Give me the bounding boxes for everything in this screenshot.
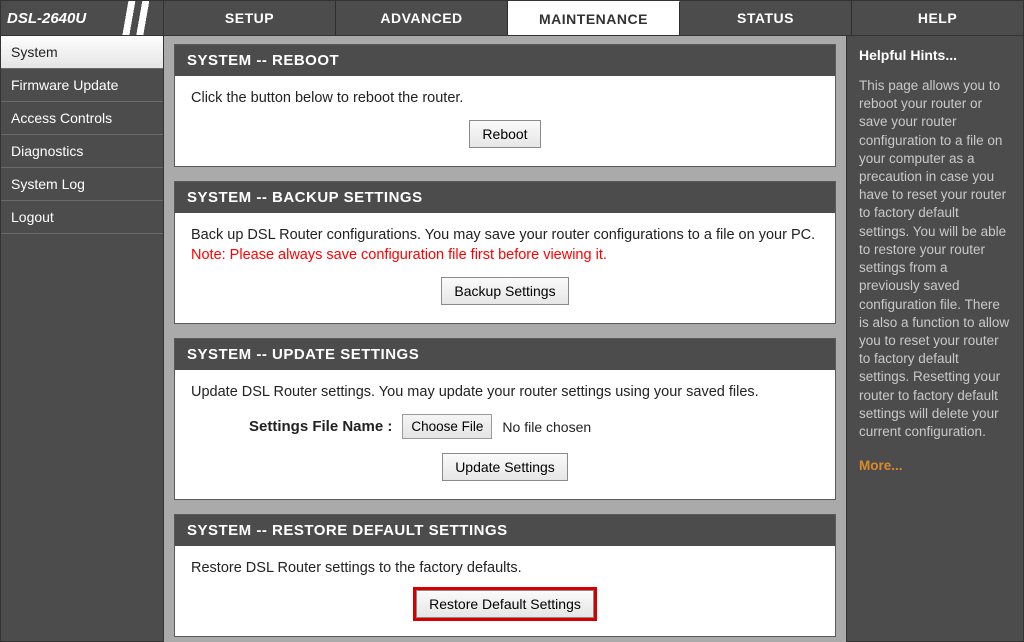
tab-advanced[interactable]: ADVANCED <box>336 1 508 35</box>
settings-file-name-label: Settings File Name : <box>249 418 392 435</box>
panel-reboot-text: Click the button below to reboot the rou… <box>191 90 819 106</box>
main-content: SYSTEM -- REBOOT Click the button below … <box>164 36 846 642</box>
top-nav: SETUP ADVANCED MAINTENANCE STATUS HELP <box>164 0 1024 36</box>
backup-settings-button[interactable]: Backup Settings <box>441 277 568 305</box>
device-model-label: DSL-2640U <box>7 10 86 27</box>
tab-help[interactable]: HELP <box>852 1 1023 35</box>
logo-stripes <box>111 1 163 35</box>
help-column: Helpful Hints... This page allows you to… <box>846 36 1024 642</box>
restore-default-settings-button[interactable]: Restore Default Settings <box>416 590 594 618</box>
file-chosen-status: No file chosen <box>502 419 591 435</box>
help-body: This page allows you to reboot your rout… <box>859 77 1011 441</box>
sidebar-item-system[interactable]: System <box>1 36 163 69</box>
sidebar-item-firmware-update[interactable]: Firmware Update <box>1 69 163 102</box>
panel-restore-title: SYSTEM -- RESTORE DEFAULT SETTINGS <box>175 515 835 546</box>
help-title: Helpful Hints... <box>859 46 1011 65</box>
panel-backup: SYSTEM -- BACKUP SETTINGS Back up DSL Ro… <box>174 181 836 324</box>
panel-update-title: SYSTEM -- UPDATE SETTINGS <box>175 339 835 370</box>
sidebar-item-system-log[interactable]: System Log <box>1 168 163 201</box>
sidebar-item-diagnostics[interactable]: Diagnostics <box>1 135 163 168</box>
tab-maintenance[interactable]: MAINTENANCE <box>508 1 680 35</box>
panel-backup-text: Back up DSL Router configurations. You m… <box>191 227 819 243</box>
sidebar-item-logout[interactable]: Logout <box>1 201 163 234</box>
panel-update-text: Update DSL Router settings. You may upda… <box>191 384 819 400</box>
help-more-link[interactable]: More... <box>859 457 1011 475</box>
sidebar-item-access-controls[interactable]: Access Controls <box>1 102 163 135</box>
panel-update: SYSTEM -- UPDATE SETTINGS Update DSL Rou… <box>174 338 836 500</box>
panel-backup-note: Note: Please always save configuration f… <box>191 247 819 263</box>
device-logo: DSL-2640U <box>0 0 164 36</box>
panel-backup-title: SYSTEM -- BACKUP SETTINGS <box>175 182 835 213</box>
sidebar: System Firmware Update Access Controls D… <box>0 36 164 642</box>
update-settings-button[interactable]: Update Settings <box>442 453 568 481</box>
reboot-button[interactable]: Reboot <box>469 120 540 148</box>
panel-restore-text: Restore DSL Router settings to the facto… <box>191 560 819 576</box>
panel-reboot: SYSTEM -- REBOOT Click the button below … <box>174 44 836 167</box>
tab-status[interactable]: STATUS <box>680 1 852 35</box>
choose-file-button[interactable]: Choose File <box>402 414 492 439</box>
tab-setup[interactable]: SETUP <box>164 1 336 35</box>
panel-restore: SYSTEM -- RESTORE DEFAULT SETTINGS Resto… <box>174 514 836 637</box>
panel-reboot-title: SYSTEM -- REBOOT <box>175 45 835 76</box>
